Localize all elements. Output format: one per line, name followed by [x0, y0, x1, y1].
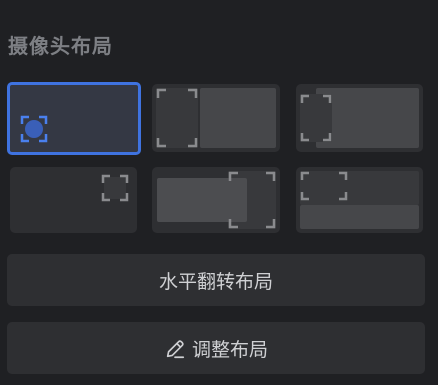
- section-title: 摄像头布局: [8, 34, 113, 58]
- adjust-layout-button[interactable]: 调整布局: [7, 322, 425, 374]
- camera-frame-icon: [156, 88, 198, 148]
- content-pane: [300, 205, 419, 229]
- flip-layout-button[interactable]: 水平翻转布局: [7, 254, 425, 306]
- layout-option-camera-left-split[interactable]: [152, 84, 280, 152]
- layout-option-camera-bottom-left[interactable]: [7, 82, 141, 155]
- layout-option-camera-top-right[interactable]: [10, 167, 137, 233]
- adjust-layout-label: 调整布局: [191, 338, 268, 361]
- camera-frame-icon: [101, 174, 129, 202]
- camera-frame-icon: [300, 94, 332, 142]
- camera-frame-icon: [300, 171, 348, 201]
- layout-option-camera-top-left-overlap[interactable]: [296, 84, 423, 152]
- camera-frame-icon: [20, 115, 48, 143]
- layout-option-camera-top-banner[interactable]: [296, 167, 423, 233]
- pencil-icon: [166, 340, 185, 359]
- flip-layout-label: 水平翻转布局: [158, 270, 273, 293]
- layout-option-camera-right-overlap[interactable]: [152, 167, 280, 233]
- content-pane: [200, 88, 276, 148]
- camera-frame-icon: [228, 171, 276, 229]
